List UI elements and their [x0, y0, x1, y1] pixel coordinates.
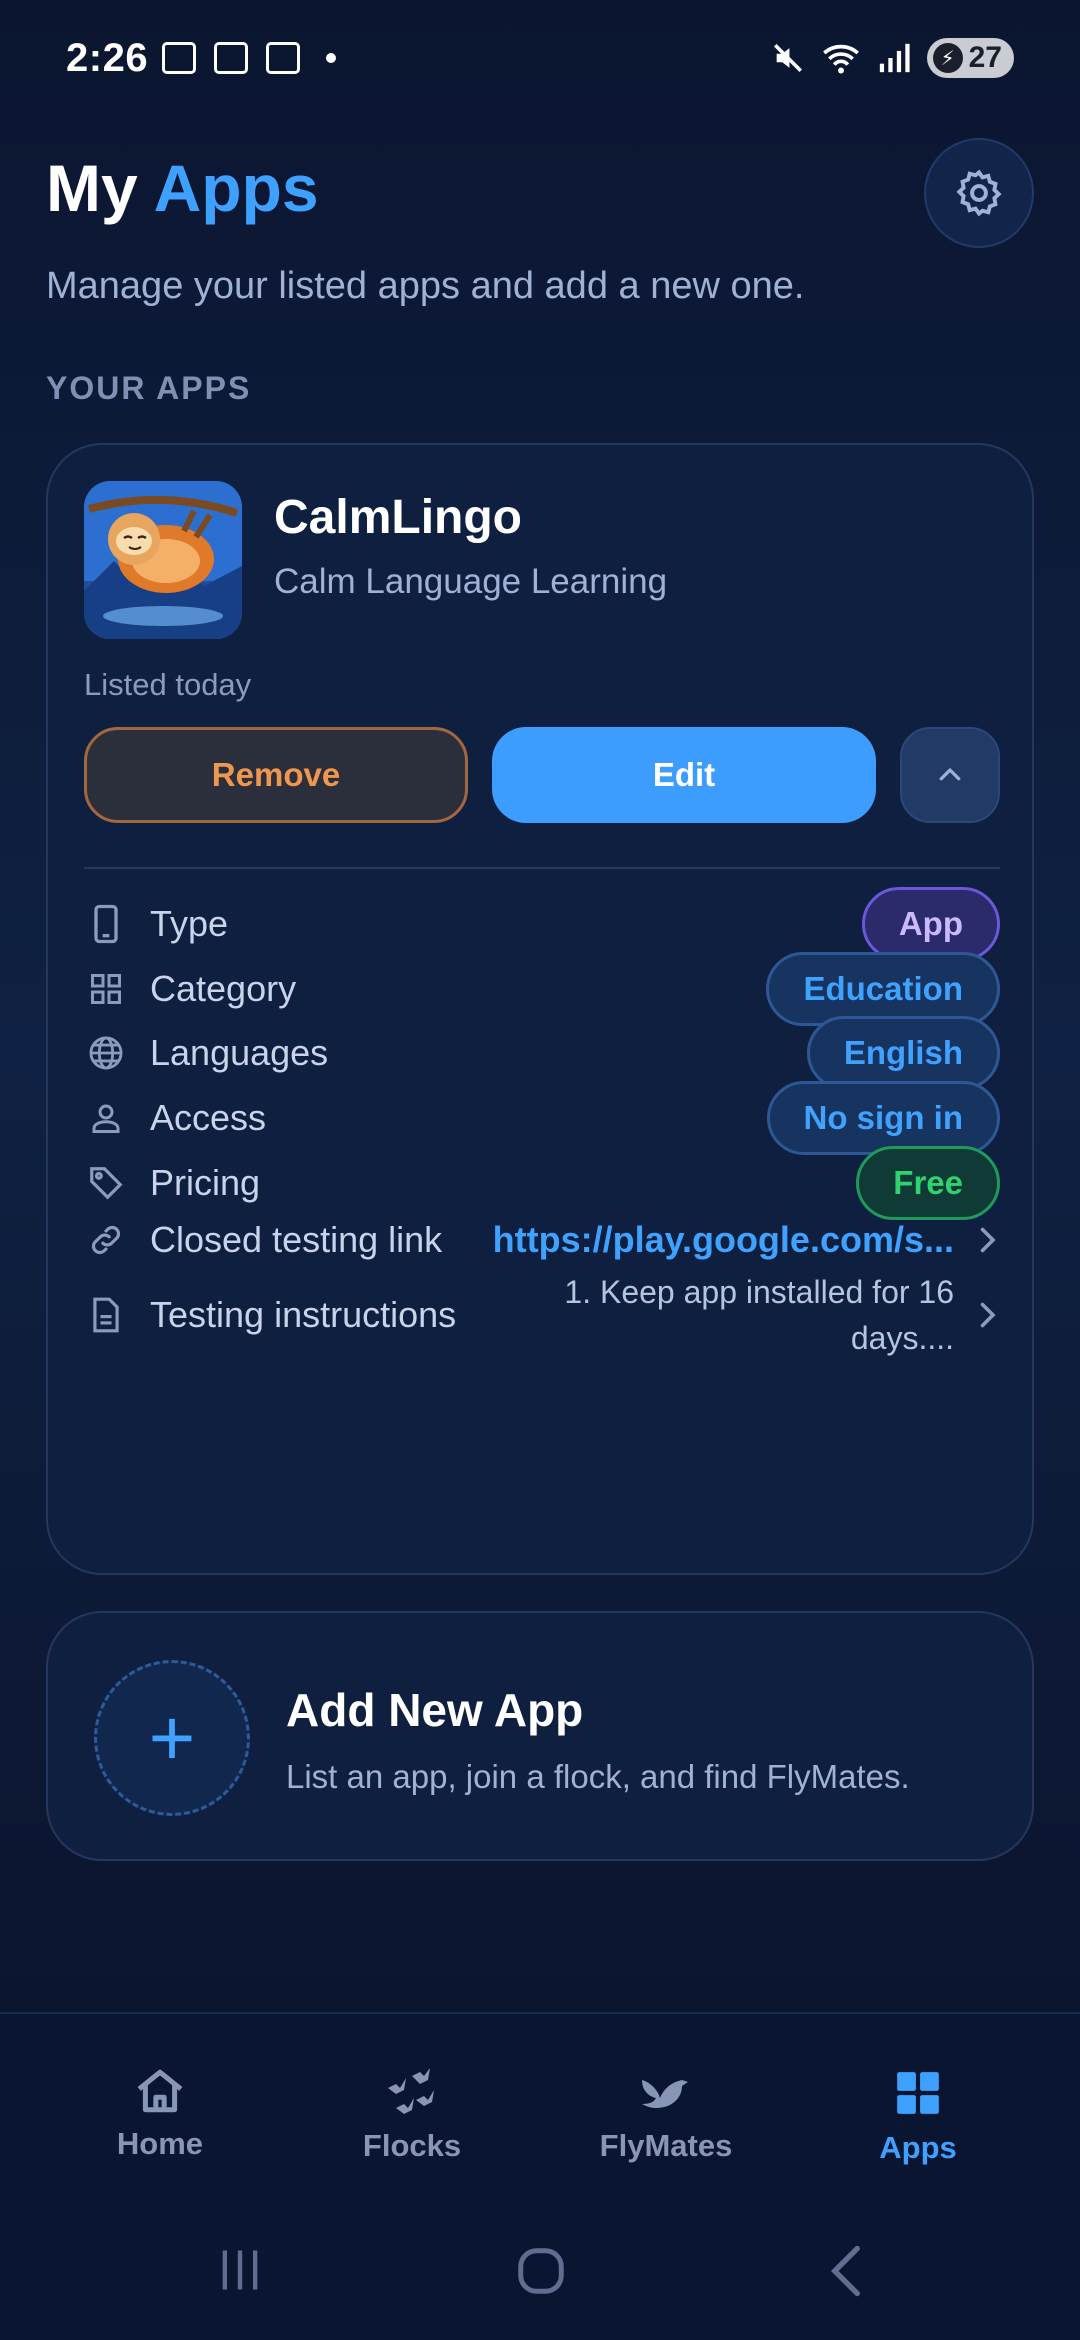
wifi-icon	[822, 44, 859, 74]
chevron-up-icon	[939, 768, 961, 781]
chevron-right-icon	[980, 1302, 996, 1328]
nav-apps[interactable]: Apps	[818, 2068, 1018, 2166]
detail-row-category: Category Education	[84, 952, 1000, 1026]
nav-flymates-label: FlyMates	[599, 2128, 733, 2163]
nav-flymates[interactable]: FlyMates	[566, 2068, 766, 2164]
nav-flocks-label: Flocks	[362, 2128, 462, 2163]
charging-icon: ⚡	[932, 43, 963, 73]
nav-apps-label: Apps	[879, 2130, 957, 2165]
copy-icon	[214, 42, 248, 74]
home-icon	[137, 2069, 183, 2113]
edit-button[interactable]: Edit	[492, 727, 876, 823]
languages-badge: English	[806, 1016, 1000, 1090]
status-left-icons	[162, 42, 336, 74]
type-label: Type	[150, 903, 229, 944]
testing-instructions-value: 1. Keep app installed for 16 days....	[564, 1274, 954, 1356]
app-icon	[84, 481, 242, 639]
page-title-part1: My	[46, 151, 138, 225]
phone-icon	[94, 904, 118, 944]
status-time: 2:26	[66, 36, 149, 80]
sloth-app-icon	[84, 481, 242, 639]
divider	[84, 867, 1000, 869]
nav-home[interactable]: Home	[60, 2068, 260, 2162]
battery-level: 27	[968, 41, 1002, 74]
detail-row-languages: Languages English	[84, 1016, 1000, 1090]
document-icon	[93, 1297, 119, 1333]
mute-icon	[773, 43, 802, 73]
add-app-title: Add New App	[286, 1684, 584, 1736]
home-system-icon[interactable]	[514, 2244, 568, 2298]
tag-icon	[90, 1167, 123, 1200]
page-title: My Apps	[46, 150, 319, 226]
calendar-icon	[266, 42, 300, 74]
plus-icon: +	[94, 1660, 250, 1816]
signal-icon	[879, 43, 910, 73]
person-icon	[92, 1104, 120, 1133]
app-card: CalmLingo Calm Language Learning Listed …	[46, 443, 1034, 1575]
link-icon	[91, 1225, 121, 1255]
screenshot-icon	[162, 42, 196, 74]
nav-home-label: Home	[116, 2126, 204, 2161]
globe-icon	[89, 1036, 123, 1070]
status-right-icons: ⚡ 27	[771, 38, 1014, 78]
detail-row-testing-instructions[interactable]: Testing instructions 1. Keep app install…	[84, 1265, 1000, 1365]
nav-flocks[interactable]: Flocks	[312, 2068, 512, 2164]
detail-row-type: Type App	[84, 887, 1000, 961]
access-badge: No sign in	[766, 1081, 1000, 1155]
notification-dot-icon	[326, 53, 336, 63]
access-label: Access	[150, 1097, 267, 1138]
category-badge: Education	[766, 952, 1000, 1026]
birds-flock-icon	[388, 2068, 434, 2114]
battery-icon: ⚡ 27	[926, 38, 1014, 78]
app-name: CalmLingo	[274, 491, 522, 544]
status-bar: 2:26 ⚡ 27	[0, 0, 1080, 120]
settings-button[interactable]	[924, 138, 1034, 248]
remove-button[interactable]: Remove	[84, 727, 468, 823]
testing-instructions-label: Testing instructions	[150, 1294, 457, 1335]
add-app-description: List an app, join a flock, and find FlyM…	[286, 1758, 910, 1795]
languages-label: Languages	[150, 1032, 329, 1073]
collapse-button[interactable]	[900, 727, 1000, 823]
back-icon[interactable]	[824, 2244, 868, 2298]
testing-link-label: Closed testing link	[150, 1219, 443, 1260]
chevron-right-icon	[980, 1227, 996, 1253]
add-new-app-card[interactable]: + Add New App List an app, join a flock,…	[46, 1611, 1034, 1861]
grid-icon	[91, 974, 121, 1004]
apps-grid-icon	[897, 2072, 939, 2114]
bird-icon	[642, 2080, 688, 2108]
listed-date: Listed today	[84, 667, 252, 702]
page-title-part2: Apps	[153, 151, 319, 225]
system-nav-bar	[0, 2192, 1080, 2340]
type-badge: App	[861, 887, 1000, 961]
bottom-nav: Home Flocks FlyMates Apps	[0, 2012, 1080, 2192]
app-tagline: Calm Language Learning	[274, 562, 668, 601]
gear-icon	[956, 169, 1002, 217]
page-subtitle: Manage your listed apps and add a new on…	[46, 265, 805, 307]
testing-link-value[interactable]: https://play.google.com/s...	[493, 1219, 954, 1261]
recent-apps-icon[interactable]	[214, 2244, 266, 2296]
detail-row-access: Access No sign in	[84, 1081, 1000, 1155]
category-label: Category	[150, 968, 297, 1009]
pricing-label: Pricing	[150, 1162, 261, 1203]
section-label: YOUR APPS	[46, 370, 252, 406]
